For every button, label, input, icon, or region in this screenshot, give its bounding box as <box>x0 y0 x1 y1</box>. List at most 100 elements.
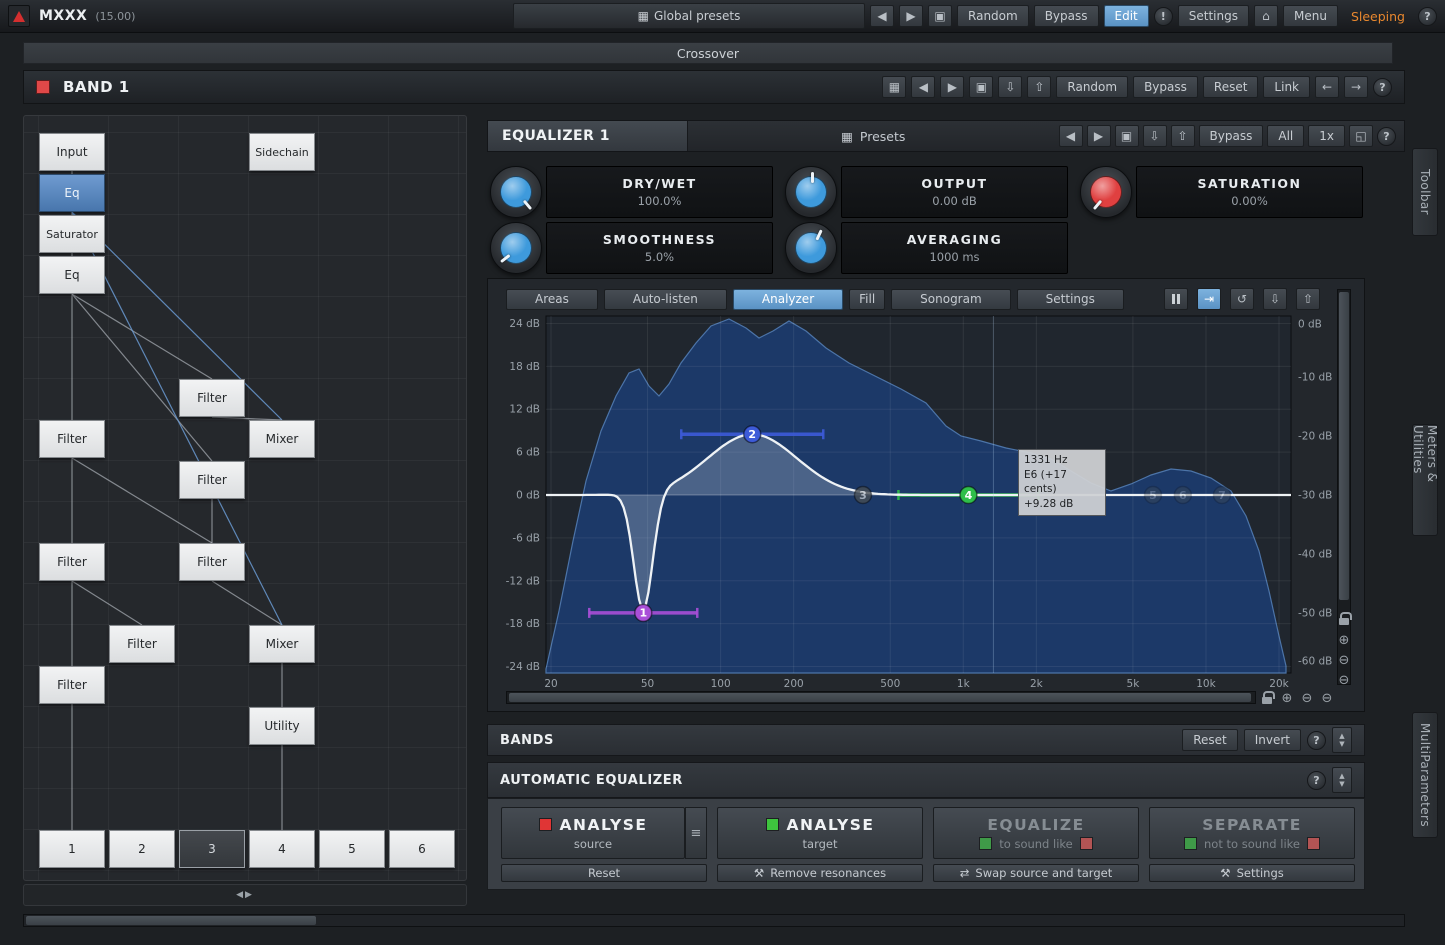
eq-multiplier-button[interactable]: 1x <box>1308 125 1345 147</box>
bypass-button[interactable]: Bypass <box>1034 5 1099 27</box>
band-export-icon[interactable]: ⇧ <box>1027 76 1051 98</box>
eq-all-button[interactable]: All <box>1267 125 1304 147</box>
node-filter[interactable]: Filter <box>109 625 175 663</box>
eq-bypass-button[interactable]: Bypass <box>1199 125 1264 147</box>
band-next-button[interactable]: ▶ <box>940 76 964 98</box>
zoom-out-icon[interactable]: ⊖ <box>1335 651 1353 669</box>
output-value-button[interactable]: OUTPUT 0.00 dB <box>841 166 1068 218</box>
equalizer-tab[interactable]: EQUALIZER 1 <box>488 121 688 151</box>
bands-invert-button[interactable]: Invert <box>1244 729 1301 751</box>
node-mixer[interactable]: Mixer <box>249 420 315 458</box>
separate-button[interactable]: SEPARATE not to sound like <box>1149 807 1355 859</box>
crossover-bar[interactable]: Crossover <box>23 42 1393 64</box>
node-mixer[interactable]: Mixer <box>249 625 315 663</box>
graph-import-icon[interactable]: ⇩ <box>1263 288 1287 310</box>
eq-next-button[interactable]: ▶ <box>1087 125 1111 147</box>
routing-grid-panel[interactable]: InputSidechainEqSaturatorEqFilterFilterM… <box>23 115 467 881</box>
analyse-source-menu-icon[interactable]: ≡ <box>685 807 707 859</box>
h-zoom-fit-icon[interactable]: ⊖ <box>1318 689 1336 707</box>
saturation-knob[interactable] <box>1080 166 1132 218</box>
auto-eq-reset-button[interactable]: Reset <box>501 864 707 882</box>
node-sidechain[interactable]: Sidechain <box>249 133 315 171</box>
band-color-swatch[interactable] <box>36 80 50 94</box>
graph-hscrollbar[interactable] <box>506 691 1256 704</box>
help-button[interactable]: ? <box>1418 7 1437 26</box>
prev-preset-button[interactable]: ◀ <box>870 5 894 27</box>
node-input[interactable]: Input <box>39 133 105 171</box>
lock-icon[interactable] <box>1335 609 1353 627</box>
band-marker-7[interactable]: 7 <box>1213 487 1230 504</box>
node-2[interactable]: 2 <box>109 830 175 868</box>
node-5[interactable]: 5 <box>319 830 385 868</box>
equalize-button[interactable]: EQUALIZE to sound like <box>933 807 1139 859</box>
graph-export-icon[interactable]: ⇧ <box>1296 288 1320 310</box>
eq-help-button[interactable]: ? <box>1377 127 1396 146</box>
dry-wet-knob[interactable] <box>490 166 542 218</box>
settings-button[interactable]: Settings <box>1178 5 1249 27</box>
auto-eq-help-button[interactable]: ? <box>1307 771 1326 790</box>
band-marker-3[interactable]: 3 <box>854 487 871 504</box>
saturation-value-button[interactable]: SATURATION 0.00% <box>1136 166 1363 218</box>
graph-tab-areas[interactable]: Areas <box>506 289 598 310</box>
global-presets-button[interactable]: ▦ Global presets <box>513 3 865 29</box>
node-filter[interactable]: Filter <box>179 379 245 417</box>
menu-button[interactable]: Menu <box>1283 5 1338 27</box>
routing-hscroll[interactable]: ◀ ▶ <box>23 884 467 906</box>
node-eq[interactable]: Eq <box>39 256 105 294</box>
home-icon[interactable]: ⌂ <box>1254 5 1278 27</box>
bands-help-button[interactable]: ? <box>1307 731 1326 750</box>
graph-tab-analyzer[interactable]: Analyzer <box>733 289 843 310</box>
h-lock-icon[interactable] <box>1258 688 1276 706</box>
eq-detach-icon[interactable]: ◱ <box>1349 125 1373 147</box>
band-help-button[interactable]: ? <box>1373 78 1392 97</box>
h-zoom-in-icon[interactable]: ⊕ <box>1278 689 1296 707</box>
node-filter[interactable]: Filter <box>39 420 105 458</box>
scroll-left-icon[interactable]: ◀ <box>236 890 245 900</box>
ab-compare-button[interactable]: ▣ <box>928 5 952 27</box>
next-preset-button[interactable]: ▶ <box>899 5 923 27</box>
band-marker-2[interactable]: 2 <box>744 426 761 443</box>
eq-prev-button[interactable]: ◀ <box>1059 125 1083 147</box>
graph-vscroll-thumb[interactable] <box>1339 292 1349 600</box>
eq-ab-compare-button[interactable]: ▣ <box>1115 125 1139 147</box>
eq-graph-panel[interactable]: AreasAuto-listenAnalyzerFillSonogramSett… <box>487 278 1365 712</box>
node-6[interactable]: 6 <box>389 830 455 868</box>
output-knob[interactable] <box>785 166 837 218</box>
band-marker-4[interactable]: 4 <box>960 487 977 504</box>
analyse-target-button[interactable]: ANALYSE target <box>717 807 923 859</box>
band-prev-button[interactable]: ◀ <box>911 76 935 98</box>
band-reset-button[interactable]: Reset <box>1203 76 1259 98</box>
band-ab-compare-button[interactable]: ▣ <box>969 76 993 98</box>
band-link-button[interactable]: Link <box>1263 76 1310 98</box>
sidebar-tab-multiparameters[interactable]: MultiParameters <box>1412 712 1438 838</box>
band-arrow-right-button[interactable]: → <box>1344 76 1368 98</box>
sidebar-tab-toolbar[interactable]: Toolbar <box>1412 148 1438 236</box>
band-marker-6[interactable]: 6 <box>1174 487 1191 504</box>
bands-reset-button[interactable]: Reset <box>1182 729 1238 751</box>
main-hscroll-thumb[interactable] <box>26 916 316 925</box>
node-3[interactable]: 3 <box>179 830 245 868</box>
zoom-in-icon[interactable]: ⊕ <box>1335 631 1353 649</box>
remove-resonances-button[interactable]: ⚒Remove resonances <box>717 864 923 882</box>
node-filter[interactable]: Filter <box>179 543 245 581</box>
bands-collapse-spinner[interactable]: ▲▼ <box>1332 727 1352 753</box>
pause-icon[interactable] <box>1164 288 1188 310</box>
band-marker-1[interactable]: 1 <box>635 604 652 621</box>
equalizer-presets-button[interactable]: ▦ Presets <box>688 129 1059 144</box>
node-eq[interactable]: Eq <box>39 174 105 212</box>
scroll-right-icon[interactable]: ▶ <box>245 890 254 900</box>
graph-tab-sonogram[interactable]: Sonogram <box>891 289 1011 310</box>
main-hscrollbar[interactable] <box>23 914 1405 927</box>
edit-button[interactable]: Edit <box>1104 5 1149 27</box>
node-filter[interactable]: Filter <box>39 543 105 581</box>
auto-eq-settings-button[interactable]: ⚒Settings <box>1149 864 1355 882</box>
undo-icon[interactable]: ↺ <box>1230 288 1254 310</box>
zoom-fit-icon[interactable]: ⊖ <box>1335 671 1353 689</box>
graph-tab-settings[interactable]: Settings <box>1017 289 1124 310</box>
sidebar-tab-meters-utilities[interactable]: Meters & Utilities <box>1412 424 1438 536</box>
eq-export-icon[interactable]: ⇧ <box>1171 125 1195 147</box>
node-filter[interactable]: Filter <box>39 666 105 704</box>
smoothness-value-button[interactable]: SMOOTHNESS 5.0% <box>546 222 773 274</box>
sleeping-status[interactable]: Sleeping <box>1343 9 1413 24</box>
band-bypass-button[interactable]: Bypass <box>1133 76 1198 98</box>
